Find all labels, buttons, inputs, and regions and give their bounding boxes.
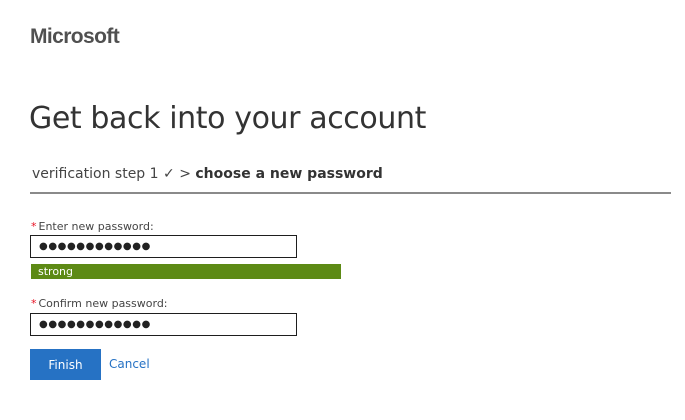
- confirm-password-label: * Confirm new password:: [31, 297, 168, 310]
- confirm-password-label-text: Confirm new password:: [38, 297, 168, 310]
- new-password-input[interactable]: ●●●●●●●●●●●●: [30, 235, 297, 258]
- confirm-password-input[interactable]: ●●●●●●●●●●●●: [30, 313, 297, 336]
- required-marker: *: [31, 220, 37, 233]
- divider: [30, 192, 671, 194]
- new-password-label-text: Enter new password:: [38, 220, 154, 233]
- checkmark-icon: ✓: [163, 166, 175, 182]
- required-marker: *: [31, 297, 37, 310]
- page-title: Get back into your account: [29, 101, 426, 136]
- finish-button[interactable]: Finish: [30, 349, 101, 380]
- breadcrumb-step: verification step 1: [32, 166, 159, 182]
- new-password-label: * Enter new password:: [31, 220, 154, 233]
- breadcrumb-current: choose a new password: [195, 166, 383, 182]
- microsoft-logo: Microsoft: [30, 25, 120, 48]
- confirm-password-value: ●●●●●●●●●●●●: [39, 319, 151, 330]
- new-password-value: ●●●●●●●●●●●●: [39, 241, 151, 252]
- password-strength-indicator: strong: [31, 264, 341, 279]
- breadcrumb-separator: >: [179, 166, 191, 182]
- breadcrumb: verification step 1 ✓ > choose a new pas…: [32, 166, 383, 182]
- cancel-link[interactable]: Cancel: [109, 357, 150, 371]
